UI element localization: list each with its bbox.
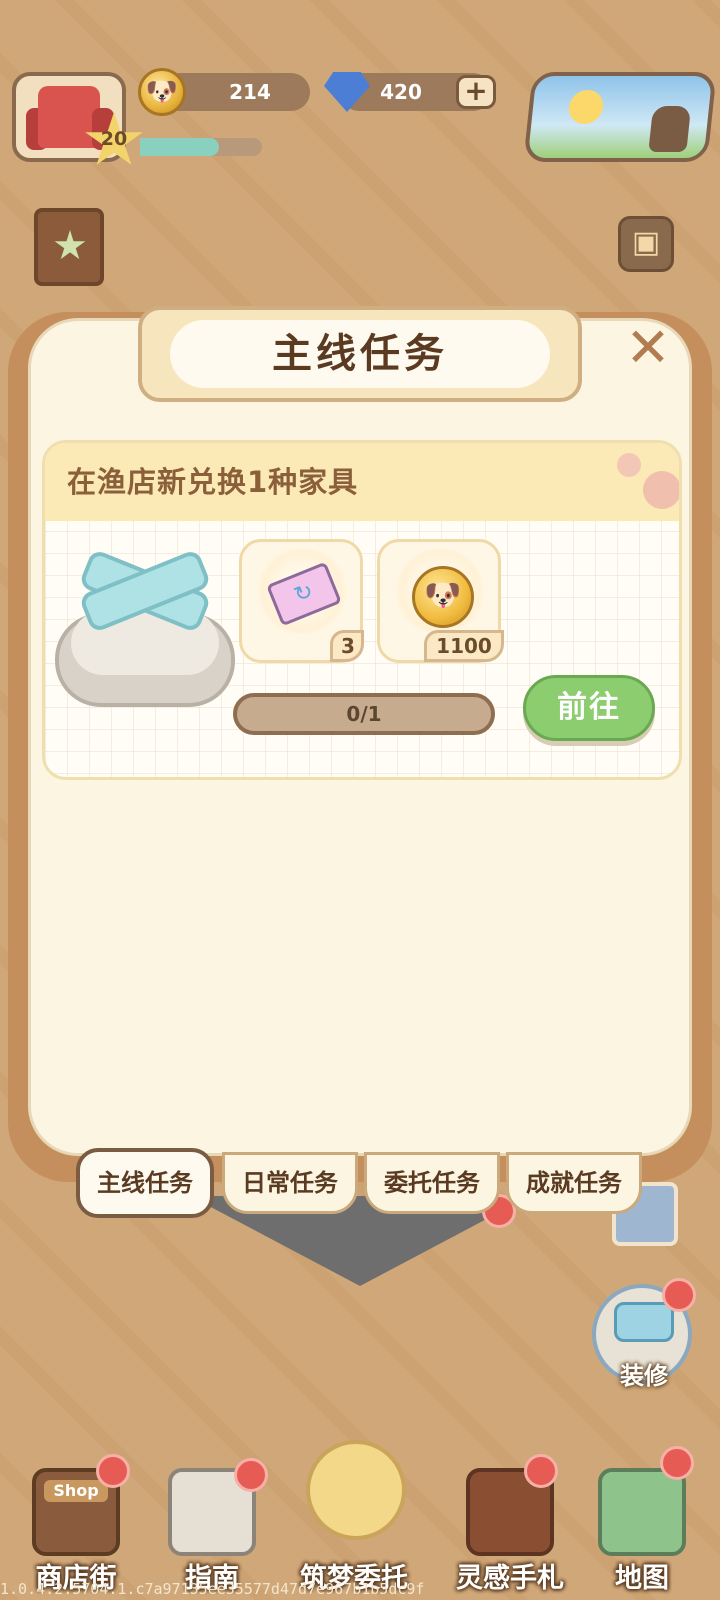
notification-dot — [660, 1446, 694, 1480]
nav-dream-commission[interactable]: 筑梦委托 — [290, 1440, 418, 1594]
map-icon — [598, 1468, 686, 1556]
close-button[interactable]: ✕ — [620, 321, 676, 378]
go-button[interactable]: 前往 — [523, 675, 655, 741]
decor-blob — [617, 453, 641, 477]
reward-ticket[interactable]: ↻ 3 — [239, 539, 364, 663]
reward-coins[interactable]: 🐶 1100 — [377, 539, 504, 663]
nav-map[interactable]: 地图 — [578, 1446, 706, 1594]
shop-sign: Shop — [44, 1480, 108, 1502]
notification-dot — [234, 1458, 268, 1492]
modal-title-plate: 主线任务 — [138, 306, 582, 402]
furniture-item-icon — [55, 548, 235, 711]
bear-character-icon — [648, 106, 692, 152]
notebook-icon — [306, 1440, 406, 1540]
sun-icon — [567, 90, 605, 124]
corgi-coin-icon: 🐶 — [138, 68, 186, 116]
reward-amount: 1100 — [424, 630, 504, 662]
collection-book-button[interactable] — [34, 208, 104, 286]
notification-dot — [524, 1454, 558, 1488]
player-level: 20 — [100, 128, 128, 150]
reward-amount: 3 — [330, 630, 364, 662]
xp-bar-fill — [140, 138, 220, 156]
quest-progress-bar: 0/1 — [233, 693, 495, 735]
corgi-coin-icon: 🐶 — [412, 566, 474, 628]
quest-progress-text: 0/1 — [346, 702, 382, 726]
add-gems-button[interactable]: + — [456, 75, 496, 109]
version-text: 1.0.4.2.5704.1.c7a97135ee35577d47d7e967b… — [0, 1580, 425, 1598]
quest-title: 在渔店新兑换1种家具 — [67, 465, 359, 499]
notification-dot — [96, 1454, 130, 1488]
notification-dot — [662, 1278, 696, 1312]
nav-guide[interactable]: 指南 — [148, 1458, 276, 1594]
tab-achievement-quest[interactable]: 成就任务 — [506, 1152, 642, 1214]
tab-commission-quest[interactable]: 委托任务 — [364, 1152, 500, 1214]
box-icon: ▣ — [631, 225, 661, 260]
weather-scene-card[interactable] — [523, 72, 717, 162]
furniture-icon — [614, 1302, 674, 1342]
nav-shop-street[interactable]: Shop 商店街 — [12, 1454, 140, 1594]
nav-inspiration-notes[interactable]: 灵感手札 — [446, 1454, 574, 1594]
storage-box-button[interactable]: ▣ — [618, 216, 674, 272]
tab-daily-quest[interactable]: 日常任务 — [222, 1152, 358, 1214]
tab-main-quest[interactable]: 主线任务 — [76, 1148, 214, 1218]
quest-card: 在渔店新兑换1种家具 ↻ 3 🐶 1100 0/1 前往 — [42, 440, 682, 780]
decor-blob — [643, 471, 679, 509]
decorate-label: 装修 — [620, 1362, 668, 1390]
xp-bar — [140, 138, 262, 156]
star-icon — [54, 230, 86, 260]
modal-title: 主线任务 — [272, 331, 448, 377]
